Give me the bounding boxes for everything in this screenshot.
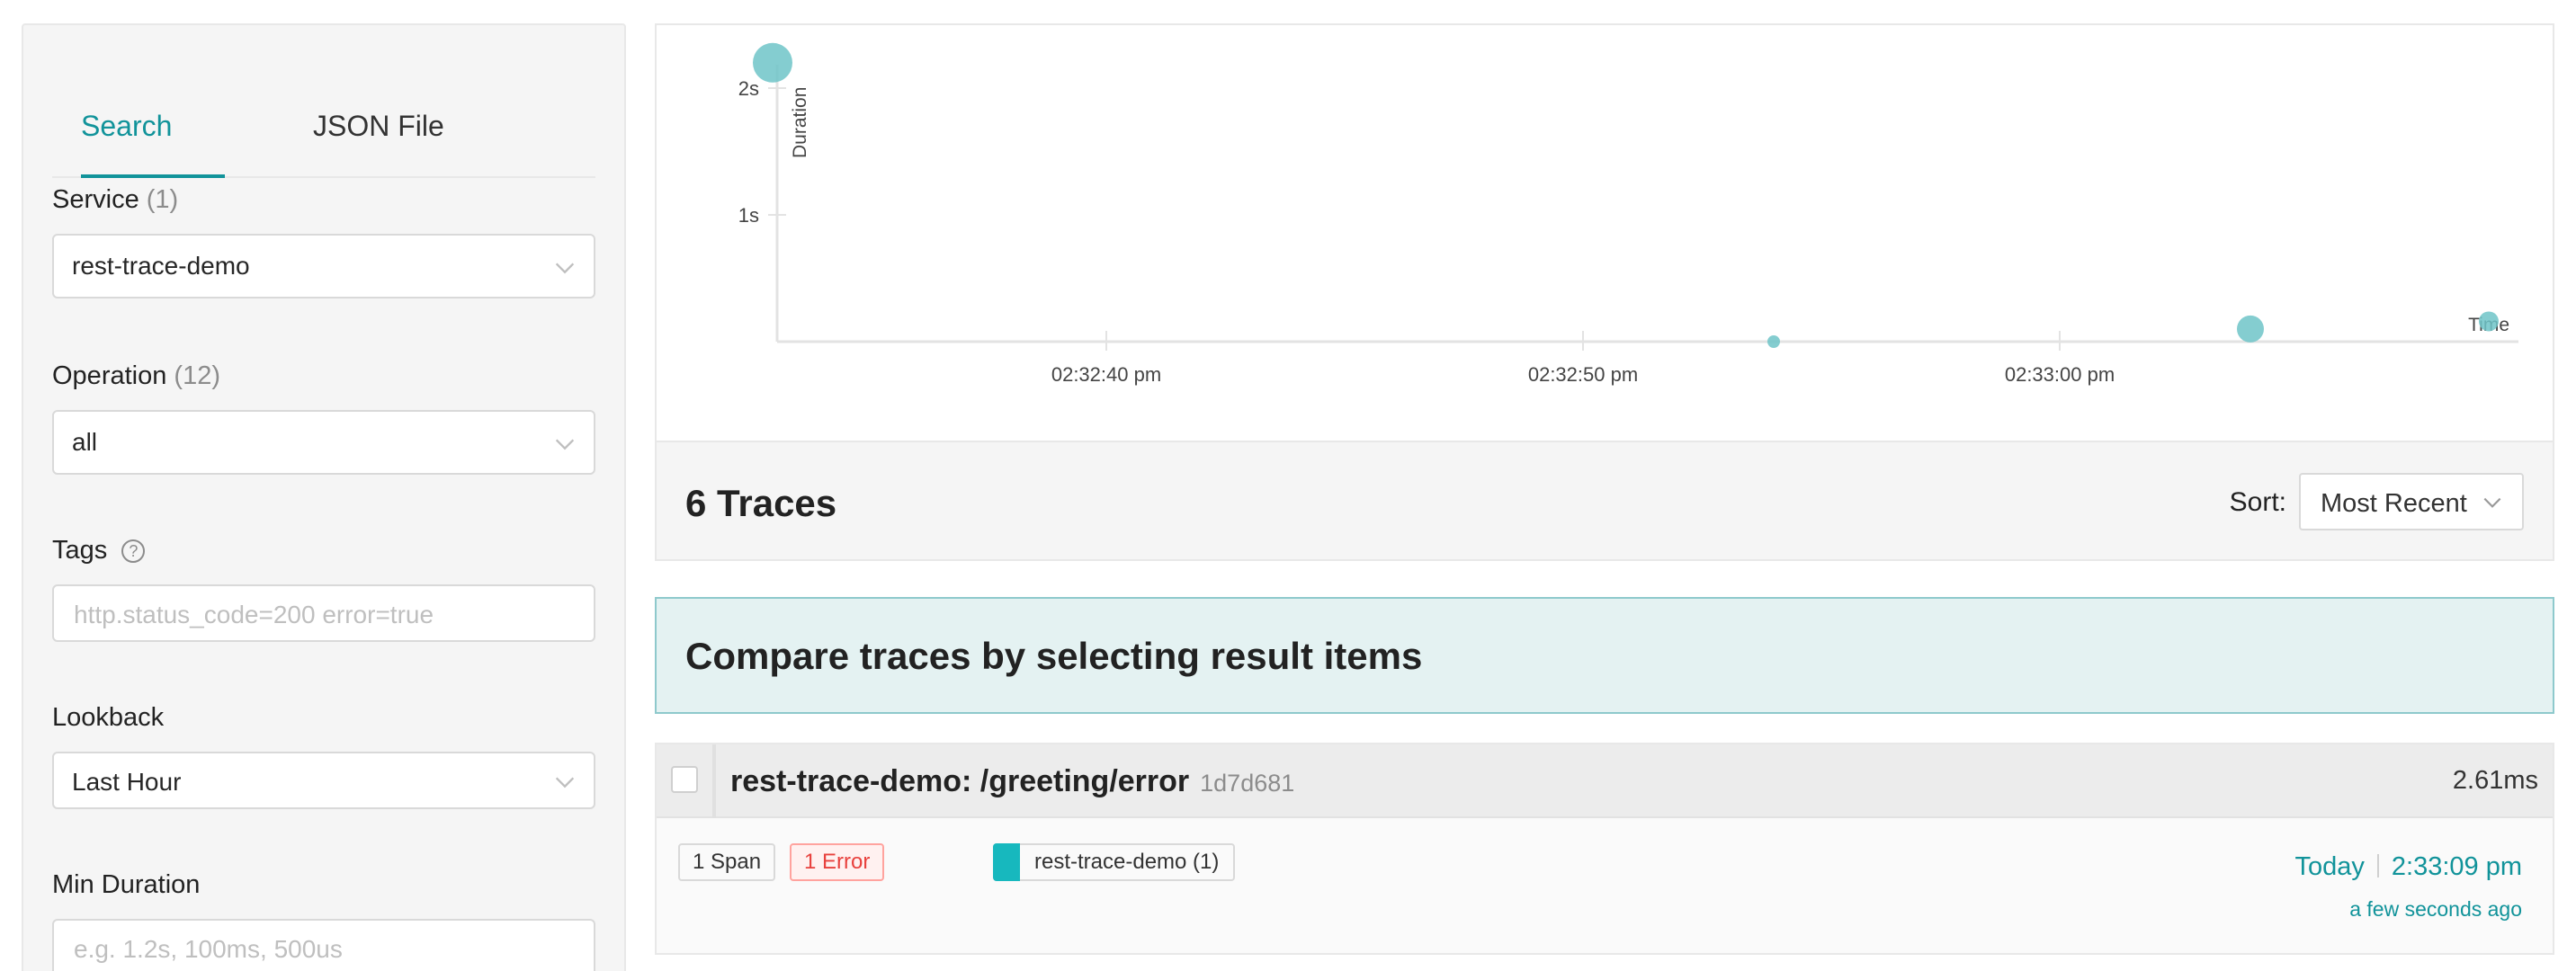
operation-select[interactable]: all	[52, 410, 595, 475]
help-icon[interactable]: ?	[121, 539, 146, 563]
lookback-label: Lookback	[52, 703, 165, 732]
service-select[interactable]: rest-trace-demo	[52, 234, 595, 298]
trace-point	[2479, 311, 2499, 332]
tags-input[interactable]: http.status_code=200 error=true	[52, 584, 595, 642]
traces-header: 6 Traces Sort: Most Recent	[655, 442, 2554, 561]
compare-checkbox[interactable]	[671, 766, 698, 793]
traces-count: 6 Traces	[685, 482, 837, 524]
sort-label: Sort:	[2229, 487, 2286, 517]
trace-point	[2237, 315, 2264, 343]
chevron-down-icon	[555, 777, 575, 788]
min-duration-input[interactable]: e.g. 1.2s, 100ms, 500us	[52, 919, 595, 971]
chevron-down-icon	[555, 263, 575, 274]
trace-id: 1d7d681	[1200, 770, 1295, 797]
trace-relative-time: a few seconds ago	[2349, 897, 2522, 921]
chevron-down-icon	[2483, 497, 2501, 508]
min-duration-label: Min Duration	[52, 870, 201, 899]
sort-select[interactable]: Most Recent	[2299, 473, 2524, 530]
tab-search[interactable]: Search	[81, 110, 172, 143]
service-tag-label: rest-trace-demo (1)	[1034, 850, 1220, 874]
operation-count: (12)	[174, 361, 220, 390]
sort-select-value: Most Recent	[2321, 489, 2467, 518]
span-count-badge: 1 Span	[678, 843, 776, 881]
tags-label: Tags ?	[52, 536, 146, 566]
trace-start-time: Today 2:33:09 pm	[2295, 852, 2523, 882]
y-tick-label: 2s	[738, 77, 759, 100]
tags-input-placeholder: http.status_code=200 error=true	[74, 601, 434, 628]
trace-duration: 2.61ms	[2452, 766, 2538, 795]
operation-label: Operation (12)	[52, 361, 220, 391]
trace-time: 2:33:09 pm	[2391, 852, 2522, 881]
active-tab-indicator	[81, 174, 225, 178]
service-color-swatch	[993, 843, 1020, 881]
operation-select-value: all	[72, 428, 98, 456]
y-axis-title: Duration	[790, 87, 810, 158]
x-tick-label: 02:33:00 pm	[2005, 363, 2115, 386]
tags-label-text: Tags	[52, 536, 108, 565]
min-duration-input-placeholder: e.g. 1.2s, 100ms, 500us	[74, 935, 343, 963]
service-count: (1)	[146, 185, 179, 214]
trace-result-item[interactable]: rest-trace-demo: /greeting/error 1d7d681 …	[655, 743, 2554, 955]
lookback-select-value: Last Hour	[72, 768, 182, 796]
compare-banner: Compare traces by selecting result items	[655, 597, 2554, 714]
search-panel: Search JSON File Service (1) rest-trace-…	[22, 23, 626, 971]
service-tag: rest-trace-demo (1)	[993, 843, 1236, 881]
service-label-text: Service	[52, 185, 139, 214]
lookback-select[interactable]: Last Hour	[52, 752, 595, 809]
trace-point	[753, 42, 792, 83]
service-select-value: rest-trace-demo	[72, 252, 250, 280]
compare-banner-text: Compare traces by selecting result items	[685, 635, 1423, 677]
trace-result-header: rest-trace-demo: /greeting/error 1d7d681 …	[657, 744, 2553, 818]
scatter-plot-svg: 1s 2s 02:32:40 pm 02:32:50 pm 02:33:00 pm Dur…	[738, 42, 2518, 386]
trace-scatter-plot: 1s 2s 02:32:40 pm 02:32:50 pm 02:33:00 pm Dur…	[655, 23, 2554, 442]
y-tick-label: 1s	[738, 204, 759, 227]
x-tick-label: 02:32:50 pm	[1528, 363, 1638, 386]
search-tabs: Search JSON File	[52, 85, 595, 178]
trace-title: rest-trace-demo: /greeting/error	[730, 764, 1190, 798]
compare-checkbox-cell	[657, 744, 716, 818]
error-count-badge: 1 Error	[790, 843, 885, 881]
trace-day: Today	[2294, 852, 2365, 881]
trace-point	[1767, 335, 1780, 348]
time-divider	[2376, 854, 2379, 877]
operation-label-text: Operation	[52, 361, 167, 390]
tab-json-file[interactable]: JSON File	[313, 110, 444, 143]
service-label: Service (1)	[52, 185, 178, 215]
x-tick-label: 02:32:40 pm	[1051, 363, 1161, 386]
trace-title-link[interactable]: rest-trace-demo: /greeting/error 1d7d681	[730, 764, 1294, 799]
chevron-down-icon	[555, 439, 575, 450]
